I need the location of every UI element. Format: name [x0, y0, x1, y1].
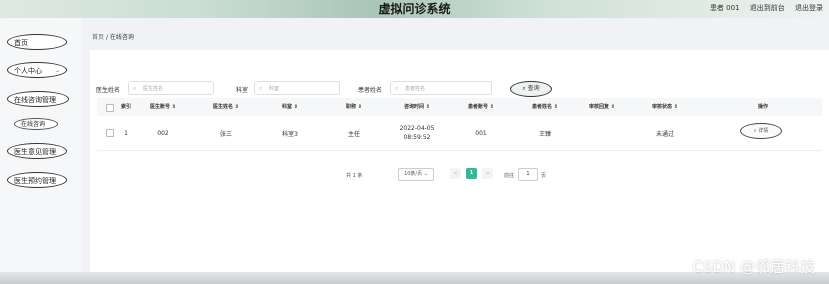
sidebar-item-label: 在线咨询管理	[14, 96, 56, 104]
page-size-select[interactable]: 10条/页 ⌄	[398, 168, 434, 181]
col-doctor-account[interactable]: 医生账号 ⇕	[150, 98, 176, 116]
cell-patient-account: 001	[475, 129, 487, 137]
pagination-total: 共 1 条	[346, 173, 363, 179]
select-all-checkbox[interactable]	[106, 104, 114, 112]
col-actions: 操作	[757, 104, 769, 110]
breadcrumb-home[interactable]: 首页	[92, 34, 104, 41]
col-doctor-name[interactable]: 医生姓名 ⇕	[213, 98, 239, 116]
col-patient-name[interactable]: 患者姓名 ⇕	[532, 98, 558, 116]
top-bar: 虚拟问诊系统 患者 001 退出到前台 退出登录	[0, 0, 829, 18]
table-row: 1 002 张三 科室3 主任 2022-04-05 08:59:52 001 …	[97, 116, 822, 151]
user-area: 患者 001 退出到前台 退出登录	[702, 3, 823, 13]
dept-label: 科室	[236, 87, 249, 94]
sidebar-item-online-consult[interactable]: 在线咨询	[14, 118, 58, 130]
cell-dept: 科室3	[282, 130, 298, 138]
patient-name-placeholder: 患者姓名	[405, 86, 426, 92]
search-icon: ⌕	[259, 85, 263, 92]
search-icon: ⌕	[395, 85, 399, 92]
search-icon: ⌕	[133, 85, 137, 92]
sidebar: 首页 个人中心 ⌄ 在线咨询管理 在线咨询 医生意见管理 医生预约管理	[0, 18, 82, 284]
search-button-label: 查询	[527, 85, 540, 92]
row-checkbox[interactable]	[106, 129, 114, 137]
col-patient-account[interactable]: 患者账号 ⇕	[468, 98, 494, 116]
cell-index: 1	[124, 129, 128, 137]
cell-title: 主任	[347, 130, 361, 138]
doctor-name-placeholder: 医生姓名	[143, 86, 164, 92]
breadcrumb: 首页 / 在线咨询	[92, 32, 134, 41]
back-to-front-link[interactable]: 退出到前台	[750, 4, 785, 12]
search-icon: ⌕	[753, 128, 757, 134]
chevron-down-icon: ⌄	[54, 67, 60, 74]
patient-name-input[interactable]: ⌕ 患者姓名	[390, 81, 492, 95]
col-index: 索引	[120, 104, 132, 110]
watermark: CSDN @邻居科技	[692, 258, 815, 276]
main-area: 首页 / 在线咨询 医生姓名 ⌕ 医生姓名 科室 ⌕ 科室 患者姓名 ⌕ 患者姓名 ⌕…	[82, 18, 829, 284]
sidebar-item-label: 个人中心	[14, 67, 42, 75]
patient-name-label: 患者姓名	[358, 87, 383, 94]
search-icon: ⌕	[522, 85, 526, 92]
dept-placeholder: 科室	[269, 86, 280, 92]
col-title[interactable]: 职称 ⇕	[346, 98, 362, 116]
sidebar-item-label: 在线咨询	[21, 121, 46, 128]
col-review-reply[interactable]: 审核回复 ⇕	[589, 98, 615, 116]
sidebar-item-label: 医生意见管理	[14, 148, 56, 156]
detail-button[interactable]: ⌕ 详情	[740, 123, 782, 139]
user-name: 患者 001	[709, 4, 740, 12]
page-size-value: 10条/页	[404, 171, 423, 177]
goto-page-input[interactable]: 1	[518, 168, 538, 181]
next-page-button[interactable]: >	[482, 168, 493, 179]
prev-page-button[interactable]: <	[450, 168, 461, 179]
chevron-down-icon: ⌄	[423, 171, 428, 177]
logout-link[interactable]: 退出登录	[795, 4, 823, 12]
cell-doctor-name: 张三	[219, 130, 233, 138]
breadcrumb-separator: /	[105, 34, 108, 41]
detail-button-label: 详情	[758, 128, 769, 134]
sidebar-item-opinion-management[interactable]: 医生意见管理	[7, 143, 67, 159]
page-unit-label: 页	[541, 173, 547, 179]
cell-doctor-account: 002	[157, 129, 169, 137]
cell-review-status: 未通过	[655, 130, 675, 138]
sidebar-item-label: 首页	[14, 39, 28, 47]
page-number-current[interactable]: 1	[466, 168, 477, 179]
col-review-status[interactable]: 审核状态 ⇕	[652, 98, 678, 116]
cell-consult-time: 2022-04-05 08:59:52	[399, 125, 435, 141]
sidebar-item-personal-center[interactable]: 个人中心 ⌄	[7, 62, 67, 78]
cell-patient-name: 王臻	[538, 130, 552, 138]
content-panel: 医生姓名 ⌕ 医生姓名 科室 ⌕ 科室 患者姓名 ⌕ 患者姓名 ⌕ 查询 索引 医生账…	[90, 50, 829, 284]
col-dept[interactable]: 科室 ⇕	[282, 98, 298, 116]
breadcrumb-current: 在线咨询	[109, 34, 134, 41]
search-button[interactable]: ⌕ 查询	[510, 81, 552, 97]
sidebar-item-home[interactable]: 首页	[7, 34, 67, 50]
dept-input[interactable]: ⌕ 科室	[254, 81, 340, 95]
sidebar-item-consult-management[interactable]: 在线咨询管理	[7, 91, 69, 107]
sidebar-item-label: 医生预约管理	[14, 177, 56, 185]
col-consult-time[interactable]: 咨询时间 ⇕	[404, 98, 430, 116]
goto-label: 前往	[504, 173, 515, 179]
sidebar-item-appointment-management[interactable]: 医生预约管理	[7, 172, 67, 188]
doctor-name-label: 医生姓名	[96, 87, 121, 94]
doctor-name-input[interactable]: ⌕ 医生姓名	[128, 81, 214, 95]
table-header: 索引 医生账号 ⇕ 医生姓名 ⇕ 科室 ⇕ 职称 ⇕ 咨询时间 ⇕ 患者账号 ⇕…	[97, 98, 822, 116]
